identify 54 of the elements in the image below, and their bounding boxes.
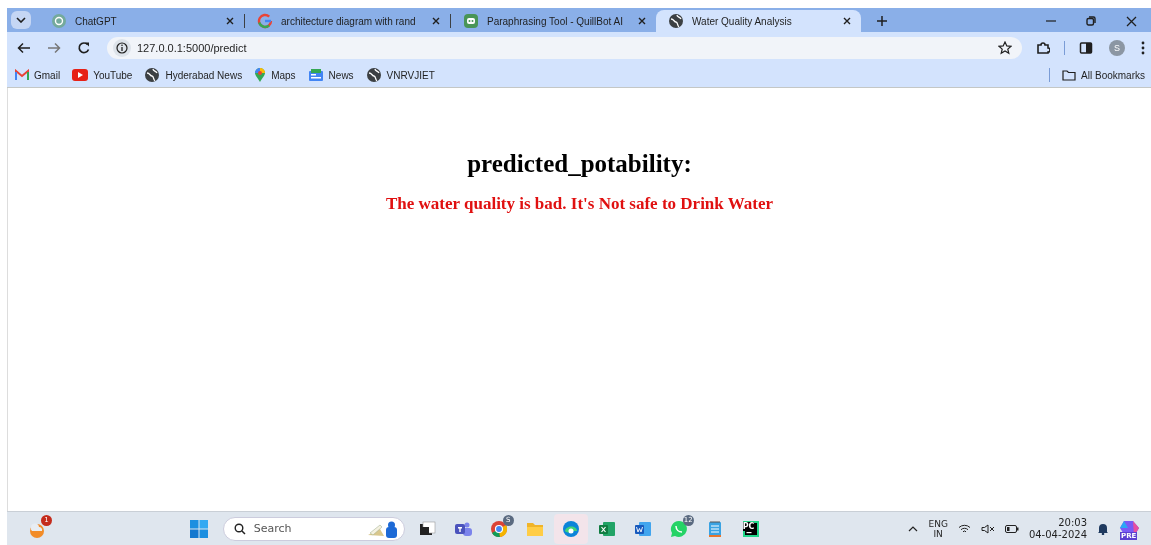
language-indicator[interactable]: ENG IN <box>928 518 948 539</box>
taskbar-app-button[interactable]: PC <box>733 513 768 544</box>
muted-speaker-icon[interactable] <box>980 523 995 534</box>
globe-icon <box>144 67 161 83</box>
result-message: The water quality is bad. It's Not safe to Drink Water <box>385 194 774 214</box>
news-icon <box>307 68 324 82</box>
app-logo-text: PC <box>742 521 755 531</box>
browser-tab[interactable]: Water Quality Analysis <box>656 10 861 32</box>
side-panel-icon[interactable] <box>1079 40 1093 55</box>
browser-tab[interactable]: ChatGPT <box>39 10 244 32</box>
close-icon[interactable] <box>1125 15 1137 27</box>
info-icon[interactable] <box>113 38 131 57</box>
close-icon[interactable] <box>841 15 853 27</box>
taskbar-search-field[interactable]: Search <box>222 516 405 541</box>
windows-logo-icon[interactable] <box>188 518 209 539</box>
video-play-icon <box>72 69 89 81</box>
battery-icon[interactable] <box>1004 524 1019 533</box>
bookmark-link[interactable]: Hyderabad News <box>144 67 243 83</box>
search-icon <box>233 522 246 535</box>
close-icon[interactable] <box>224 15 236 27</box>
new-tab-icon[interactable] <box>875 14 889 28</box>
browser-tab[interactable]: Paraphrasing Tool - QuillBot AI <box>451 10 656 32</box>
tab-search-button[interactable] <box>11 11 31 29</box>
browser-tab[interactable]: architecture diagram with rand <box>245 10 450 32</box>
mail-icon <box>15 69 29 81</box>
bell-icon[interactable] <box>1097 522 1109 535</box>
bookmark-link[interactable]: VNRVJIET <box>365 67 435 83</box>
chevron-up-icon[interactable] <box>908 525 919 532</box>
address-bar[interactable]: 127.0.0.1:5000/predict <box>107 36 1022 59</box>
puzzle-icon[interactable] <box>1036 40 1050 55</box>
forward-arrow-icon[interactable] <box>47 40 61 55</box>
google-logo-icon <box>257 13 273 29</box>
back-arrow-icon[interactable] <box>17 40 31 55</box>
globe-icon <box>668 13 684 29</box>
map-pin-icon <box>254 67 267 83</box>
clock[interactable]: 20:03 04-04-2024 <box>1028 516 1087 541</box>
bookmark-link[interactable]: Maps <box>254 67 296 83</box>
menu-icon[interactable] <box>1141 40 1145 55</box>
close-icon[interactable] <box>636 15 648 27</box>
bookmark-link[interactable]: YouTube <box>72 69 133 81</box>
result-heading: predicted_potability: <box>467 150 692 178</box>
folder-icon <box>1062 69 1077 81</box>
chevron-down-icon <box>16 17 26 23</box>
close-icon[interactable] <box>430 15 442 27</box>
star-icon[interactable] <box>998 40 1012 55</box>
robot-icon <box>463 13 479 29</box>
wifi-icon[interactable] <box>957 523 971 534</box>
all-bookmarks-button[interactable]: All Bookmarks <box>1062 69 1145 81</box>
browser-logo-icon <box>488 518 509 539</box>
bookmark-link[interactable]: Gmail <box>15 69 61 81</box>
restore-icon[interactable] <box>1086 16 1096 26</box>
globe-icon <box>365 67 382 83</box>
bookmark-link[interactable]: News <box>307 68 354 82</box>
reload-icon[interactable] <box>77 40 91 55</box>
